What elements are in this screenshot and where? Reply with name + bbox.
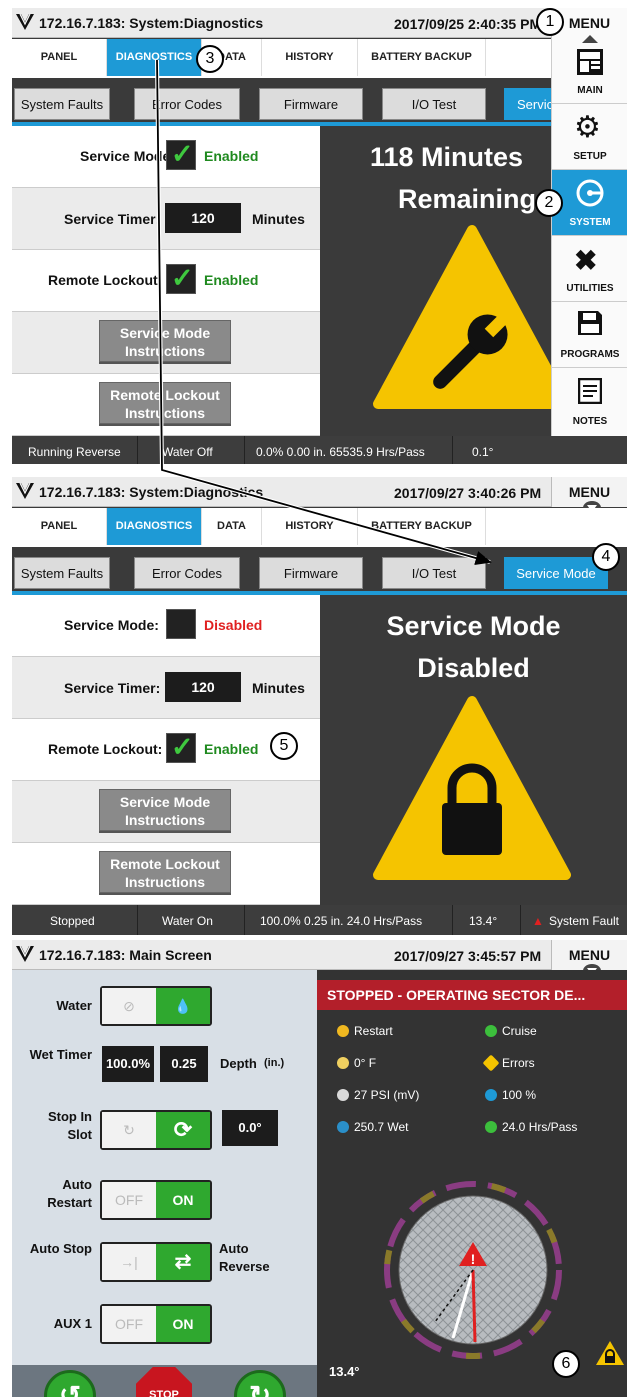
callout-1: 1: [536, 8, 564, 36]
annotation-arrows: [155, 59, 492, 566]
callout-5: 5: [270, 732, 298, 760]
callout-6: 6: [552, 1350, 580, 1378]
callout-4: 4: [592, 543, 620, 571]
callout-3: 3: [196, 45, 224, 73]
callout-2: 2: [535, 189, 563, 217]
